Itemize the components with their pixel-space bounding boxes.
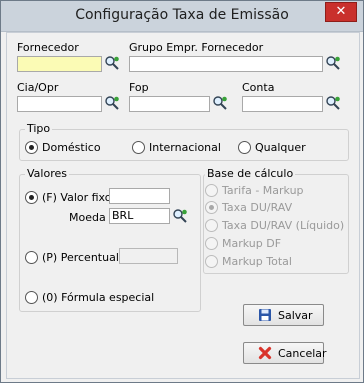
- dialog-content: Fornecedor Grupo Empr. Fornecedor Cia/Op…: [6, 32, 360, 379]
- save-button[interactable]: Salvar: [243, 304, 324, 326]
- tipo-qualquer-radio[interactable]: [238, 141, 251, 154]
- moeda-input[interactable]: BRL: [109, 208, 170, 224]
- tipo-qualquer-label[interactable]: Qualquer: [255, 141, 306, 154]
- conta-input[interactable]: [242, 96, 323, 112]
- tipo-internacional-radio[interactable]: [132, 141, 145, 154]
- tipo-group-title: Tipo: [25, 122, 53, 135]
- formula-label[interactable]: (0) Fórmula especial: [42, 291, 154, 304]
- base-markup-total-radio[interactable]: [205, 255, 218, 268]
- cia-label: Cia/Opr: [17, 81, 59, 94]
- title-bar: Configuração Taxa de Emissão ✕: [1, 1, 363, 32]
- base-tarifa-label[interactable]: Tarifa - Markup: [222, 184, 304, 197]
- cia-input[interactable]: [17, 96, 102, 112]
- red-x-icon: [258, 346, 272, 360]
- base-markup-df-label[interactable]: Markup DF: [222, 237, 281, 250]
- fornecedor-search-icon[interactable]: [104, 55, 120, 71]
- valor-fixo-radio[interactable]: [25, 191, 38, 204]
- percentual-radio[interactable]: [25, 251, 38, 264]
- valor-fixo-label[interactable]: (F) Valor fixo: [42, 191, 111, 204]
- grupo-input[interactable]: [129, 56, 323, 72]
- percentual-label[interactable]: (P) Percentual: [42, 251, 119, 264]
- tipo-domestico-label[interactable]: Doméstico: [42, 141, 101, 154]
- valor-fixo-input[interactable]: [109, 188, 170, 204]
- tipo-internacional-label[interactable]: Internacional: [149, 141, 221, 154]
- formula-radio[interactable]: [25, 291, 38, 304]
- dialog-window: Configuração Taxa de Emissão ✕ Fornecedo…: [0, 0, 364, 383]
- tipo-domestico-radio[interactable]: [25, 141, 38, 154]
- base-markup-df-radio[interactable]: [205, 237, 218, 250]
- fop-label: Fop: [129, 81, 149, 94]
- window-title: Configuração Taxa de Emissão: [75, 7, 289, 23]
- save-button-label: Salvar: [278, 309, 313, 322]
- cancel-button[interactable]: Cancelar: [243, 342, 327, 364]
- base-taxa-du-radio[interactable]: [205, 201, 218, 214]
- base-taxa-du-liquido-radio[interactable]: [205, 219, 218, 232]
- fop-search-icon[interactable]: [212, 95, 228, 111]
- base-tarifa-radio[interactable]: [205, 184, 218, 197]
- conta-label: Conta: [242, 81, 275, 94]
- base-group-title: Base de cálculo: [205, 167, 296, 180]
- fop-input[interactable]: [129, 96, 210, 112]
- percentual-input[interactable]: [119, 248, 178, 264]
- grupo-label: Grupo Empr. Fornecedor: [129, 41, 264, 54]
- floppy-disk-icon: [259, 309, 271, 321]
- valores-group-title: Valores: [25, 167, 69, 180]
- base-taxa-du-liquido-label[interactable]: Taxa DU/RAV (Líquido): [222, 219, 344, 232]
- fornecedor-input[interactable]: [17, 56, 102, 72]
- close-button[interactable]: ✕: [325, 2, 357, 22]
- cancel-button-label: Cancelar: [278, 347, 327, 360]
- cia-search-icon[interactable]: [104, 95, 120, 111]
- grupo-search-icon[interactable]: [325, 55, 341, 71]
- moeda-label: Moeda: [69, 211, 106, 224]
- base-taxa-du-label[interactable]: Taxa DU/RAV: [222, 201, 292, 214]
- moeda-search-icon[interactable]: [172, 208, 188, 224]
- base-markup-total-label[interactable]: Markup Total: [222, 255, 292, 268]
- conta-search-icon[interactable]: [325, 95, 341, 111]
- fornecedor-label: Fornecedor: [17, 41, 79, 54]
